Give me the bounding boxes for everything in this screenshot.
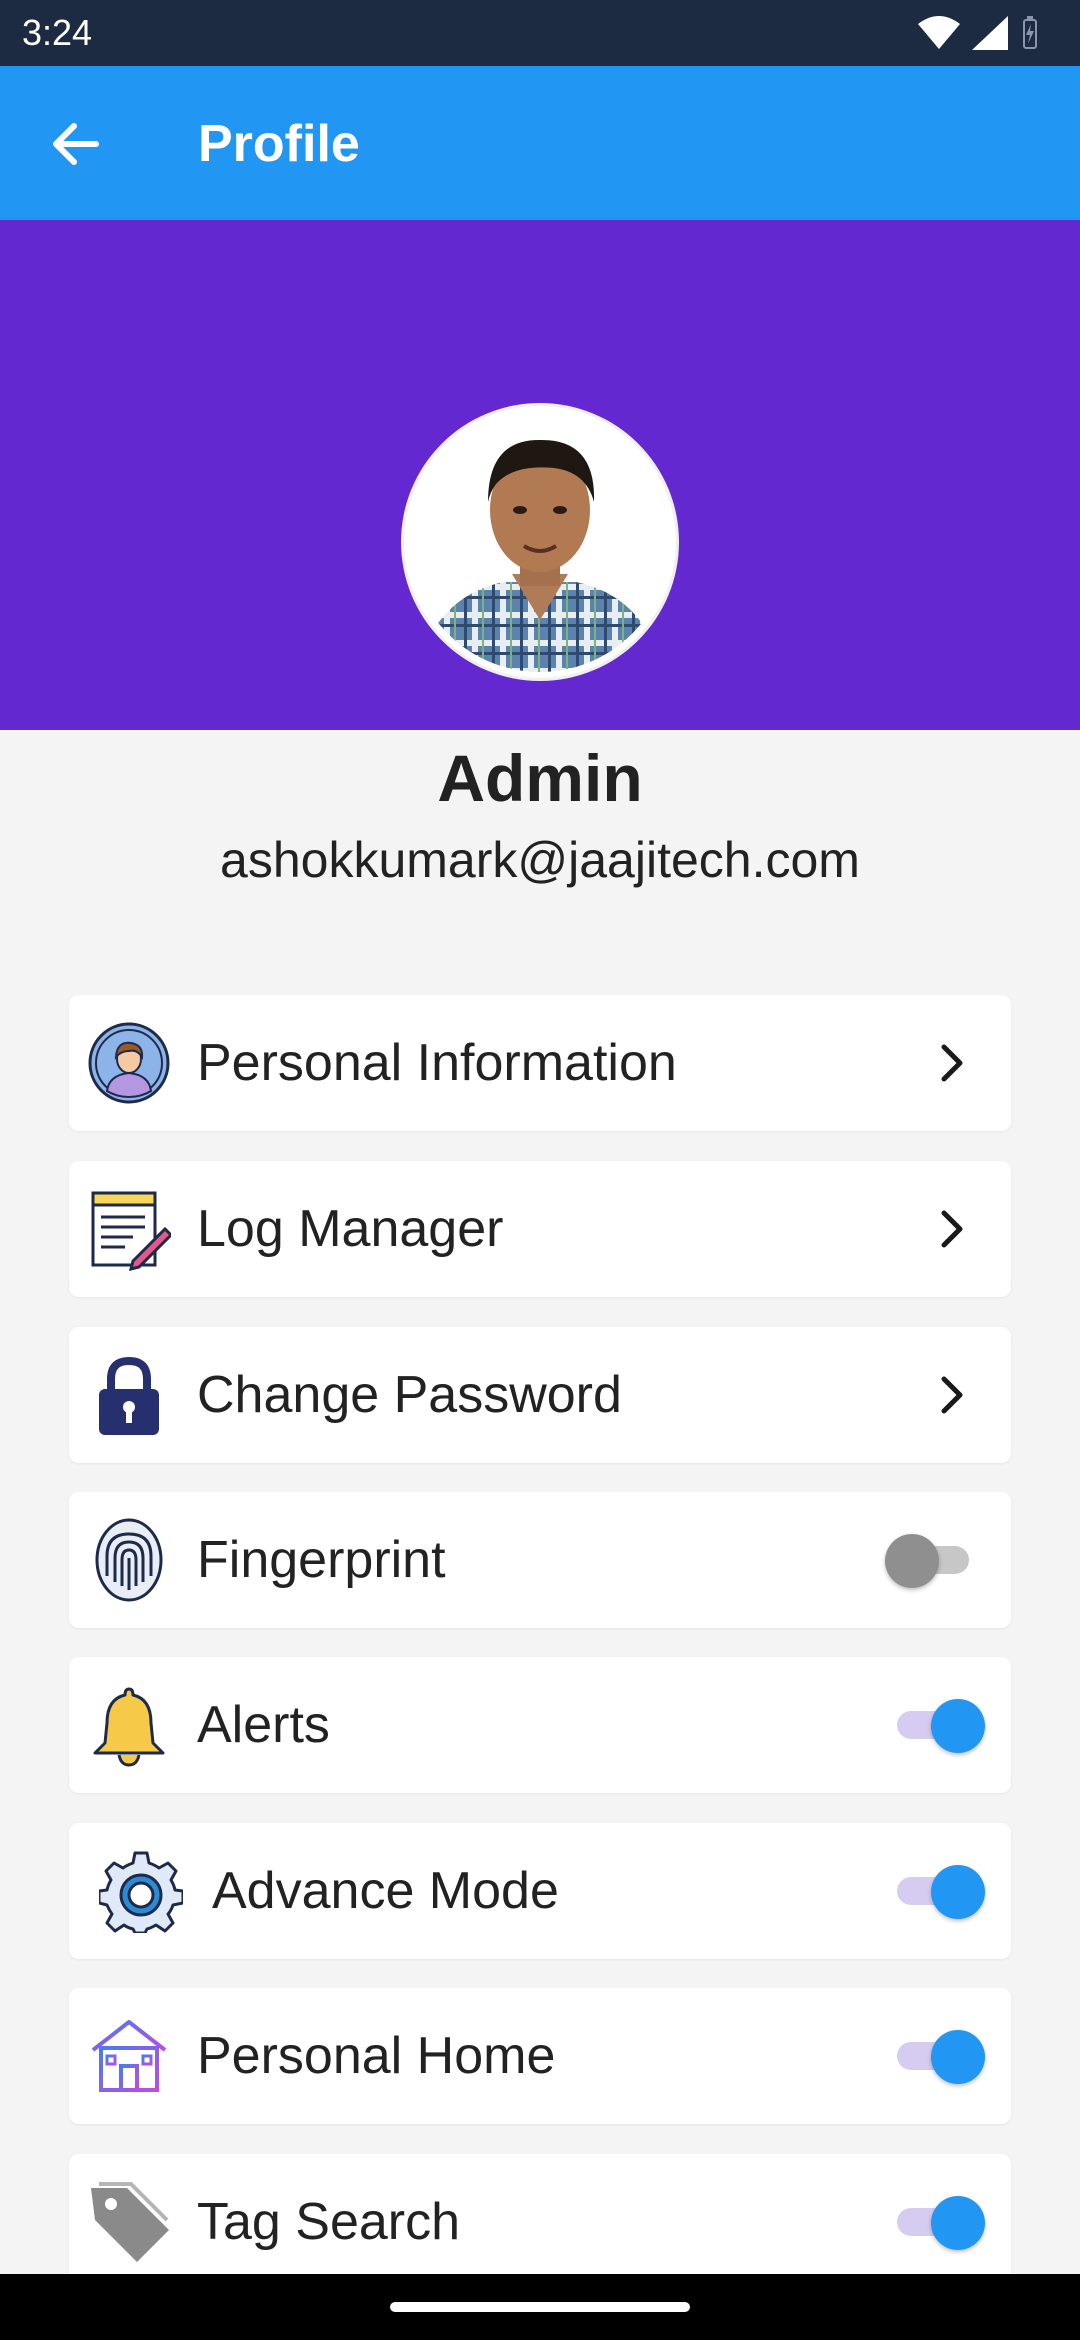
menu-item-tag-search[interactable]: Tag Search [69, 2154, 1011, 2290]
wifi-icon [918, 16, 960, 49]
menu-item-fingerprint[interactable]: Fingerprint [69, 1492, 1011, 1628]
status-time: 3:24 [22, 12, 93, 53]
home-gesture-handle[interactable] [390, 2302, 690, 2312]
menu-item-advance-mode[interactable]: Advance Mode [69, 1823, 1011, 1959]
personal-home-toggle[interactable] [879, 2022, 989, 2090]
menu-item-label: Change Password [197, 1366, 622, 1424]
battery-charging-icon [1023, 16, 1037, 49]
gear-icon [99, 1851, 183, 1933]
menu-item-label: Personal Home [197, 2027, 556, 2085]
cellular-signal-icon [972, 16, 1008, 50]
toggle-thumb [931, 2196, 985, 2250]
tag-search-toggle[interactable] [879, 2188, 989, 2256]
toggle-thumb [931, 1865, 985, 1919]
user-avatar-icon [88, 1022, 170, 1104]
avatar[interactable] [404, 406, 676, 678]
profile-email: ashokkumark@jaajitech.com [220, 832, 860, 888]
home-icon [91, 2020, 167, 2096]
fingerprint-toggle[interactable] [879, 1526, 989, 1594]
profile-name: Admin [437, 741, 643, 815]
menu-item-personal-information[interactable]: Personal Information [69, 995, 1011, 1131]
menu-item-label: Alerts [197, 1696, 330, 1754]
alerts-toggle[interactable] [879, 1691, 989, 1759]
lock-icon [99, 1356, 159, 1435]
fingerprint-icon [95, 1518, 163, 1602]
bell-icon [93, 1687, 165, 1767]
menu-item-label: Tag Search [197, 2193, 461, 2251]
menu-item-label: Personal Information [197, 1034, 677, 1092]
menu-item-log-manager[interactable]: Log Manager [69, 1161, 1011, 1297]
menu-item-personal-home[interactable]: Personal Home [69, 1988, 1011, 2124]
menu-item-label: Log Manager [197, 1200, 504, 1258]
status-icons [918, 14, 1040, 52]
menu-item-change-password[interactable]: Change Password [69, 1327, 1011, 1463]
advance-mode-toggle[interactable] [879, 1857, 989, 1925]
gesture-navigation-bar [0, 2274, 1080, 2340]
app-bar: Profile [0, 66, 1080, 220]
page-title: Profile [198, 115, 360, 173]
toggle-thumb [931, 1699, 985, 1753]
toggle-thumb [885, 1534, 939, 1588]
status-bar: 3:24 [0, 0, 1080, 66]
tag-icon [91, 2182, 169, 2262]
chevron-right-icon [921, 1365, 981, 1425]
menu-item-alerts[interactable]: Alerts [69, 1657, 1011, 1793]
menu-item-label: Fingerprint [197, 1531, 446, 1589]
chevron-right-icon [921, 1199, 981, 1259]
profile-photo [406, 408, 674, 676]
menu-item-label: Advance Mode [212, 1862, 559, 1920]
arrow-back-icon [53, 123, 99, 165]
back-button[interactable] [40, 114, 110, 174]
chevron-right-icon [921, 1033, 981, 1093]
notepad-pencil-icon [91, 1191, 171, 1271]
toggle-thumb [931, 2030, 985, 2084]
